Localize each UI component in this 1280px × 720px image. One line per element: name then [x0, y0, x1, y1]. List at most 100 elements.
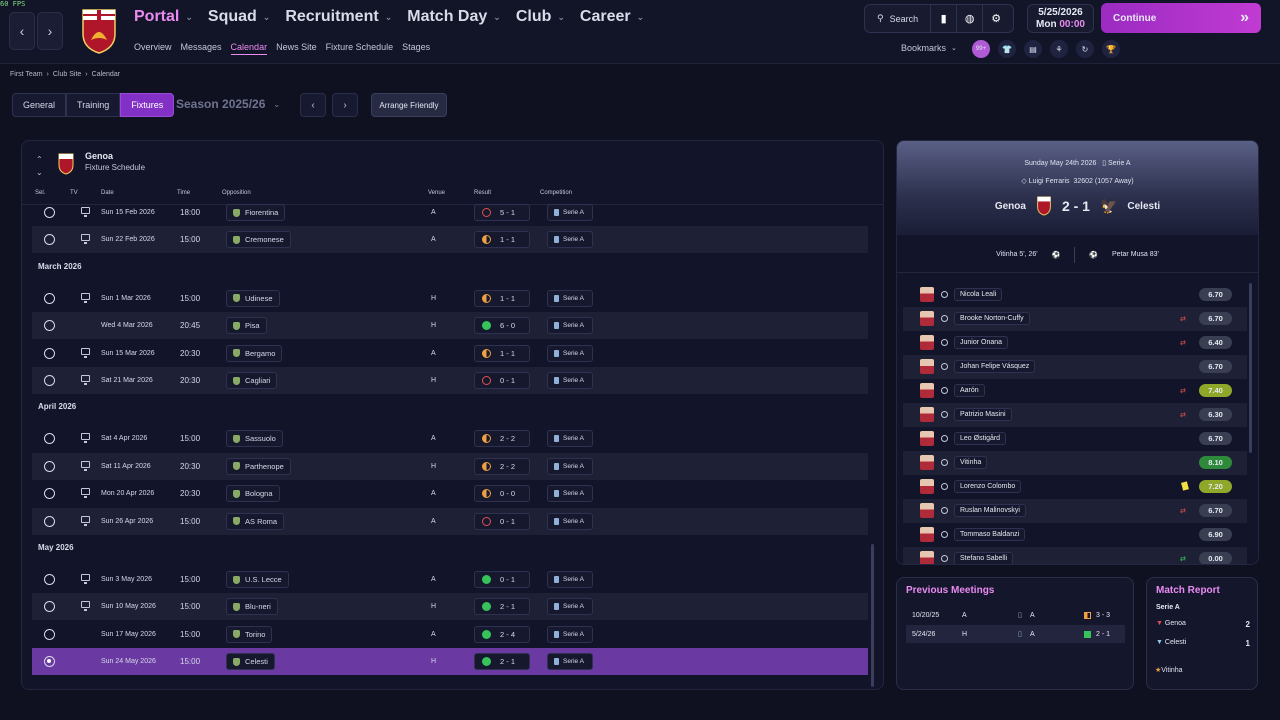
result-chip[interactable]: 1 - 1	[474, 289, 530, 307]
forward-button[interactable]: ›	[37, 12, 63, 50]
competition-chip[interactable]: Serie A	[547, 204, 593, 221]
tactics-icon[interactable]: ⚘	[1050, 40, 1068, 58]
scrollbar[interactable]	[871, 544, 874, 687]
next-season-button[interactable]: ›	[332, 93, 358, 117]
competition-chip[interactable]: Serie A	[547, 317, 593, 335]
continue-button[interactable]: Continue»	[1101, 3, 1261, 33]
away-team-name[interactable]: Celesti	[1127, 201, 1160, 212]
table-row[interactable]: Sat 21 Mar 2026 20:30 Cagliari H 0 - 1 Serie …	[32, 367, 868, 394]
select-radio[interactable]	[44, 347, 55, 359]
player-name[interactable]: Ruslan Malinovskyi	[954, 504, 1026, 517]
table-row[interactable]: Sun 10 May 2026 15:00 Blu-neri H 2 - 1 Serie …	[32, 593, 868, 621]
subnav-fixture-schedule[interactable]: Fixture Schedule	[326, 42, 394, 55]
subnav-news-site[interactable]: News Site	[276, 42, 317, 55]
select-radio[interactable]	[44, 488, 55, 500]
competition-chip[interactable]: Serie A	[547, 457, 593, 475]
result-chip[interactable]: 5 - 1	[474, 204, 530, 221]
player-name[interactable]: Vitinha	[954, 456, 988, 469]
home-team-name[interactable]: Genoa	[995, 201, 1026, 212]
result-chip[interactable]: 1 - 1	[474, 344, 530, 362]
player-row[interactable]: Leo Østigård 6.70	[903, 427, 1247, 451]
select-radio[interactable]	[44, 574, 55, 585]
player-name[interactable]: Tommaso Baldanzi	[954, 528, 1026, 541]
table-row[interactable]: Mon 20 Apr 2026 20:30 Bologna A 0 - 0 Serie A	[32, 480, 868, 507]
opposition-chip[interactable]: Bologna	[226, 485, 280, 503]
player-name[interactable]: Nicola Leali	[954, 288, 1003, 301]
search-button[interactable]: ⚲ Search	[865, 5, 932, 32]
table-row[interactable]: Sat 11 Apr 2026 20:30 Parthenope H 2 - 2 Seri…	[32, 452, 868, 480]
competition-chip[interactable]: Serie A	[547, 598, 593, 616]
result-chip[interactable]: 0 - 1	[474, 512, 530, 530]
result-chip[interactable]: 2 - 4	[474, 625, 530, 643]
subnav-messages[interactable]: Messages	[181, 42, 222, 55]
player-name[interactable]: Brooke Norton-Cuffy	[954, 312, 1030, 325]
col-date[interactable]: Date	[101, 190, 114, 196]
result-chip[interactable]: 6 - 0	[474, 317, 530, 335]
competition-chip[interactable]: Serie A	[547, 289, 593, 307]
competition-chip[interactable]: Serie A	[547, 512, 593, 530]
collapse-toggle-icon[interactable]: ⌃ ⌄	[36, 153, 43, 179]
player-name[interactable]: Leo Østigård	[954, 432, 1007, 445]
table-row[interactable]: Sun 22 Feb 2026 15:00 Cremonese A 1 - 1 Serie…	[32, 226, 868, 254]
competition-chip[interactable]: Serie A	[547, 625, 593, 643]
player-name[interactable]: Patrizio Masini	[954, 408, 1012, 421]
competition-chip[interactable]: Serie A	[547, 485, 593, 503]
nav-squad[interactable]: Squad ⌄	[208, 8, 270, 26]
breadcrumb-calendar[interactable]: Calendar	[92, 71, 120, 78]
result-chip[interactable]: 1 - 1	[474, 231, 530, 249]
result-chip[interactable]: 0 - 0	[474, 485, 530, 503]
player-row[interactable]: Nicola Leali 6.70	[903, 283, 1247, 307]
opposition-chip[interactable]: Bergamo	[226, 344, 283, 362]
table-row[interactable]: Sun 24 May 2026 15:00 Celesti H 2 - 1 Serie A	[32, 648, 868, 676]
result-chip[interactable]: 2 - 1	[474, 598, 530, 616]
tab-training[interactable]: Training	[66, 93, 121, 117]
tab-fixtures[interactable]: Fixtures	[120, 93, 175, 117]
table-row[interactable]: Sun 15 Mar 2026 20:30 Bergamo A 1 - 1 Serie A	[32, 340, 868, 367]
refresh-icon[interactable]: ↻	[1076, 40, 1094, 58]
select-radio[interactable]	[44, 320, 55, 332]
select-radio[interactable]	[44, 207, 55, 218]
nav-recruitment[interactable]: Recruitment ⌄	[285, 8, 392, 26]
prev-season-button[interactable]: ‹	[300, 93, 326, 117]
meeting-row[interactable]: 5/24/26 H ▯ A 2 - 1	[906, 625, 1125, 643]
subnav-stages[interactable]: Stages	[402, 42, 430, 55]
col-result[interactable]: Result	[474, 190, 491, 196]
clipboard-icon[interactable]: ▤	[1024, 40, 1042, 58]
opposition-chip[interactable]: Parthenope	[226, 457, 291, 475]
player-row[interactable]: Vitinha 8.10	[903, 451, 1247, 475]
table-row[interactable]: Sun 15 Feb 2026 18:00 Fiorentina A 5 - 1 Seri…	[32, 199, 868, 226]
competition-chip[interactable]: Serie A	[547, 372, 593, 389]
opposition-chip[interactable]: Pisa	[226, 317, 267, 335]
game-date[interactable]: 5/25/2026 Mon 00:00	[1027, 4, 1094, 33]
result-chip[interactable]: 2 - 2	[474, 430, 530, 448]
opposition-chip[interactable]: AS Roma	[226, 512, 285, 530]
previous-meetings-title[interactable]: Previous Meetings	[906, 585, 994, 596]
subnav-calendar[interactable]: Calendar	[230, 42, 268, 55]
select-radio[interactable]	[44, 601, 55, 613]
opposition-chip[interactable]: Cremonese	[226, 231, 291, 249]
player-row[interactable]: Junior Onana ⇄ 6.40	[903, 331, 1247, 355]
bookmarks-menu[interactable]: Bookmarks ⌄	[901, 43, 957, 53]
club-crest[interactable]	[80, 6, 118, 54]
competition-chip[interactable]: Serie A	[547, 344, 593, 362]
trophy-icon[interactable]: 🏆	[1102, 40, 1120, 58]
result-chip[interactable]: 0 - 1	[474, 571, 530, 588]
result-chip[interactable]: 2 - 1	[474, 653, 530, 671]
competition-chip[interactable]: Serie A	[547, 653, 593, 671]
col-competition[interactable]: Competition	[540, 190, 572, 196]
col-sel[interactable]: Sel.	[35, 190, 45, 196]
competition-chip[interactable]: Serie A	[547, 430, 593, 448]
player-row[interactable]: Brooke Norton-Cuffy ⇄ 6.70	[903, 307, 1247, 331]
table-row[interactable]: Wed 4 Mar 2026 20:45 Pisa H 6 - 0 Serie A	[32, 312, 868, 340]
select-radio[interactable]	[44, 628, 55, 640]
player-row[interactable]: Patrizio Masini ⇄ 6.30	[903, 403, 1247, 427]
table-row[interactable]: Sun 1 Mar 2026 15:00 Udinese H 1 - 1 Serie A	[32, 285, 868, 312]
nav-portal[interactable]: Portal ⌄	[134, 8, 193, 26]
table-row[interactable]: Sun 26 Apr 2026 15:00 AS Roma A 0 - 1 Serie A	[32, 507, 868, 535]
player-row[interactable]: Tommaso Baldanzi 6.90	[903, 523, 1247, 547]
select-radio[interactable]	[44, 292, 55, 304]
player-name[interactable]: Lorenzo Colombo	[954, 480, 1022, 493]
opposition-chip[interactable]: Cagliari	[226, 372, 278, 389]
nav-match-day[interactable]: Match Day ⌄	[407, 8, 501, 26]
season-selector[interactable]: Season 2025/26 ⌄	[176, 97, 280, 111]
